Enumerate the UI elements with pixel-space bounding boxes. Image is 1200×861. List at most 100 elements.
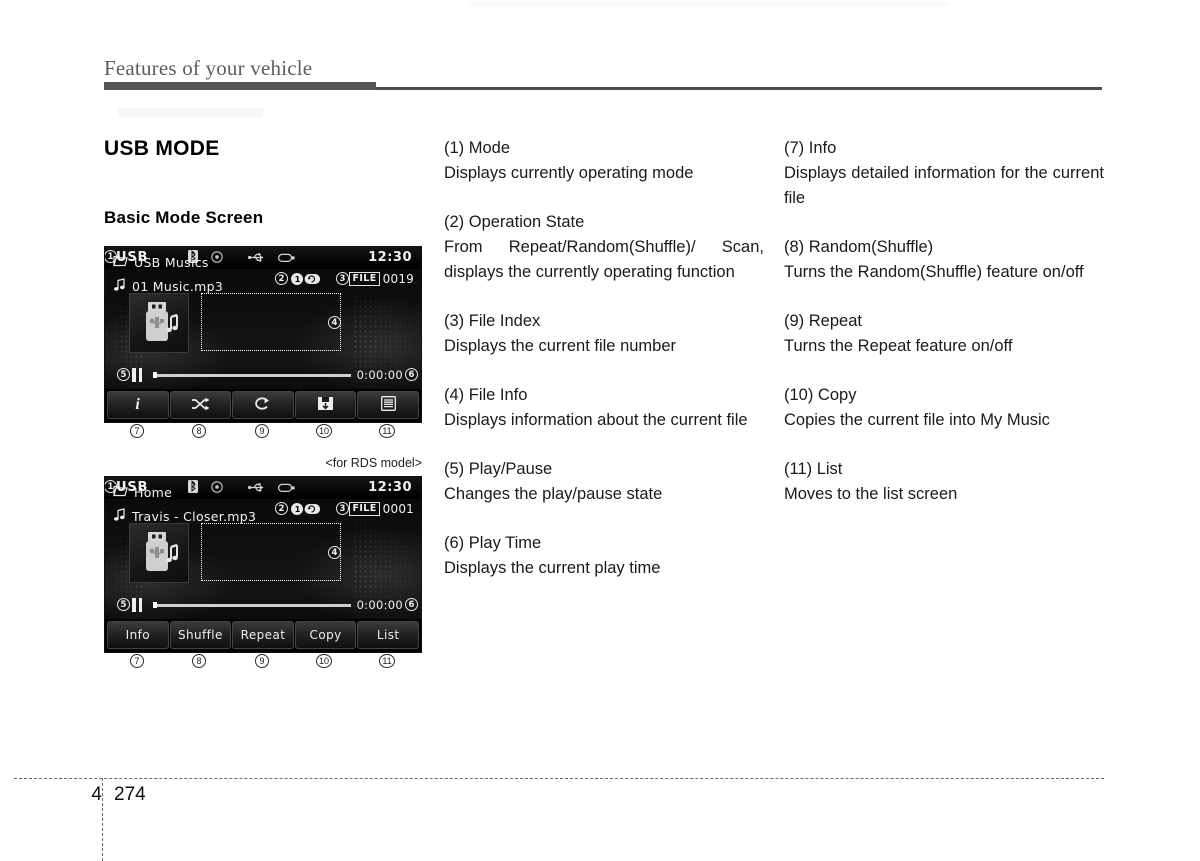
- entry-title: (3) File Index: [444, 312, 541, 330]
- entry-description: Displays detailed information for the cu…: [784, 164, 1104, 207]
- pause-icon[interactable]: [132, 598, 142, 612]
- footer-rule: [14, 778, 1104, 779]
- copy-icon: [317, 396, 334, 414]
- button-callout-7: 7: [130, 654, 144, 668]
- repeat-button[interactable]: [232, 391, 294, 419]
- usb-icon: [248, 248, 265, 267]
- progress-bar[interactable]: [153, 372, 351, 378]
- pause-icon[interactable]: [132, 368, 142, 382]
- subsection-title: Basic Mode Screen: [104, 208, 264, 227]
- chapter-number: 4: [91, 784, 102, 805]
- play-time-label: 0:00:00: [356, 368, 403, 382]
- entry-title: (7) Info: [784, 139, 837, 157]
- entry-description: Copies the current file into My Music: [784, 411, 1050, 429]
- repeat-number-badge: 1: [291, 273, 304, 285]
- entry-description: Turns the Repeat feature on/off: [784, 337, 1013, 355]
- file-tag-label: FILE: [349, 502, 380, 516]
- repeat-icon: [304, 500, 321, 519]
- description-entry-9: (9) Repeat Turns the Repeat feature on/o…: [784, 309, 1104, 359]
- copy-button[interactable]: Copy: [294, 621, 357, 649]
- description-entry-8: (8) Random(Shuffle) Turns the Random(Shu…: [784, 235, 1104, 285]
- button-callout-8: 8: [192, 654, 206, 668]
- entry-description: Moves to the list screen: [784, 485, 958, 503]
- callout-5: 5: [117, 368, 130, 381]
- basic-mode-screen[interactable]: USB 12:30 1 FILE 0019 USB Musics 01 Musi…: [104, 246, 422, 423]
- list-button[interactable]: [357, 391, 419, 419]
- entry-description: From Repeat/Random(Shuffle)/ Scan, displ…: [444, 238, 764, 281]
- button-callout-9: 9: [255, 654, 269, 668]
- status-icon-group: [188, 478, 295, 497]
- track-name-label: Travis - Closer.mp3: [132, 508, 257, 524]
- description-entry-7: (7) Info Displays detailed information f…: [784, 136, 1104, 211]
- album-art: [129, 293, 189, 353]
- shuffle-button-label: Shuffle: [177, 628, 223, 642]
- disc-icon: [211, 248, 223, 267]
- button-bar: Info Shuffle Repeat Copy List: [105, 619, 421, 652]
- callout-5: 5: [117, 598, 130, 611]
- page-number: 274: [114, 784, 146, 805]
- list-icon: [380, 396, 396, 414]
- info-button[interactable]: Info: [107, 621, 169, 649]
- folder-name-label: Home: [134, 485, 173, 500]
- entry-description: Displays the current play time: [444, 559, 661, 577]
- transport-row: 0:00:00: [105, 595, 421, 615]
- music-note-icon: [113, 278, 126, 294]
- button-callout-8: 8: [192, 424, 206, 438]
- play-time-label: 0:00:00: [356, 598, 403, 612]
- bluetooth-icon: [188, 478, 199, 497]
- description-entry-10: (10) Copy Copies the current file into M…: [784, 383, 1104, 433]
- file-number-label: 0001: [382, 502, 414, 516]
- clock-label: 12:30: [368, 480, 412, 495]
- list-button-label: List: [376, 628, 400, 642]
- callout-3: 3: [336, 272, 349, 285]
- description-entry-3: (3) File Index Displays the current file…: [444, 309, 764, 359]
- rds-model-note: <for RDS model>: [325, 456, 422, 470]
- callout-3: 3: [336, 502, 349, 515]
- file-info-folder-row: Home: [113, 485, 172, 500]
- file-number-label: 0019: [382, 272, 414, 286]
- shuffle-button[interactable]: Shuffle: [169, 621, 232, 649]
- section-title: USB MODE: [104, 137, 220, 160]
- info-button-label: Info: [125, 628, 150, 642]
- callout-2: 2: [275, 502, 288, 515]
- album-art: [129, 523, 189, 583]
- copy-button[interactable]: [294, 391, 357, 419]
- button-callout-11: 11: [379, 654, 395, 668]
- shuffle-button[interactable]: [169, 391, 232, 419]
- page-folio: 4 274: [78, 784, 198, 806]
- button-callout-row-2: 7 8 9 10 11: [104, 654, 422, 672]
- file-info-folder-row: USB Musics: [113, 255, 209, 270]
- callout-6: 6: [405, 598, 418, 611]
- entry-title: (9) Repeat: [784, 312, 862, 330]
- usb-icon: [248, 478, 265, 497]
- entry-title: (6) Play Time: [444, 534, 542, 552]
- progress-knob[interactable]: [153, 602, 157, 608]
- file-index-indicator: FILE 0001: [349, 502, 414, 516]
- callout-1: 1: [105, 250, 117, 263]
- progress-knob[interactable]: [153, 372, 157, 378]
- entry-title: (10) Copy: [784, 386, 857, 404]
- repeat-button[interactable]: Repeat: [232, 621, 294, 649]
- file-info-box: [201, 523, 341, 581]
- scan-artifact-sub: [118, 108, 263, 117]
- progress-bar[interactable]: [153, 602, 351, 608]
- info-button[interactable]: i: [107, 391, 169, 419]
- track-name-label: 01 Music.mp3: [132, 278, 224, 294]
- rds-mode-screen[interactable]: USB 12:30 1 FILE 0001 Home Travis - Clos…: [104, 476, 422, 653]
- file-index-indicator: FILE 0019: [349, 272, 414, 286]
- list-button[interactable]: List: [357, 621, 419, 649]
- callout-6: 6: [405, 368, 418, 381]
- transport-row: 0:00:00: [105, 365, 421, 385]
- entry-title: (4) File Info: [444, 386, 528, 404]
- repeat-icon: [304, 270, 321, 289]
- button-callout-10: 10: [316, 424, 332, 438]
- scan-artifact-top: [470, 2, 950, 6]
- page-title: Features of your vehicle: [104, 56, 313, 80]
- header-rule-thin: [376, 87, 1102, 90]
- operation-state-indicator: 1: [291, 270, 321, 289]
- callout-4: 4: [328, 546, 341, 559]
- callout-2: 2: [275, 272, 288, 285]
- page-header: Features of your vehicle: [104, 56, 1102, 96]
- button-callout-7: 7: [130, 424, 144, 438]
- entry-title: (2) Operation State: [444, 213, 585, 231]
